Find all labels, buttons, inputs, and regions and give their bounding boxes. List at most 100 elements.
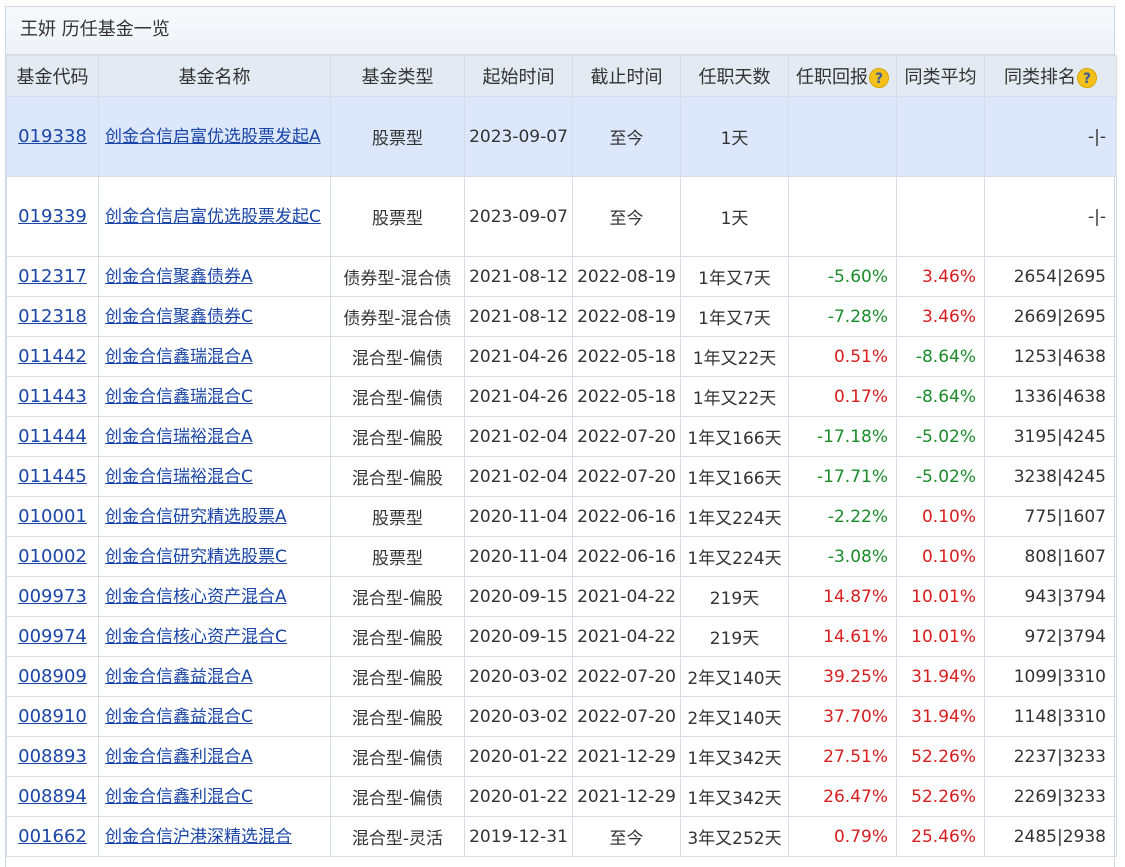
- tenure-return-cell: [788, 176, 897, 257]
- fund-code-link[interactable]: 010002: [18, 546, 87, 567]
- header-peer-rank-label: 同类排名: [1004, 67, 1076, 88]
- table-row: 001662 创金合信沪港深精选混合 混合型-灵活 2019-12-31 至今 3年又25…: [6, 816, 1117, 857]
- end-date-cell: 2022-07-20: [572, 696, 681, 737]
- fund-name-link[interactable]: 创金合信启富优选股票发起C: [105, 207, 321, 227]
- tenure-return-cell: -17.71%: [788, 456, 897, 497]
- header-fund-code[interactable]: 基金代码: [6, 55, 99, 97]
- fund-code-cell: 011445: [6, 456, 99, 497]
- header-peer-rank[interactable]: 同类排名?: [984, 55, 1117, 97]
- fund-code-link[interactable]: 010001: [18, 506, 87, 527]
- fund-name-link[interactable]: 创金合信瑞裕混合C: [105, 467, 253, 487]
- start-date-cell: 2021-02-04: [464, 456, 573, 497]
- fund-code-link[interactable]: 008910: [18, 706, 87, 727]
- fund-code-link[interactable]: 001662: [18, 826, 87, 847]
- fund-code-link[interactable]: 012317: [18, 266, 87, 287]
- header-tenure-return[interactable]: 任职回报?: [788, 55, 897, 97]
- fund-name-cell: 创金合信瑞裕混合A: [98, 416, 331, 457]
- start-date-cell: 2020-11-04: [464, 536, 573, 577]
- fund-type-cell: 债券型-混合债: [330, 296, 465, 337]
- header-fund-type[interactable]: 基金类型: [330, 55, 465, 97]
- tenure-days-cell: 1年又22天: [680, 376, 789, 417]
- fund-code-cell: 008893: [6, 736, 99, 777]
- start-date-cell: 2020-11-04: [464, 496, 573, 537]
- fund-code-link[interactable]: 011444: [18, 426, 87, 447]
- fund-history-panel: 王妍 历任基金一览 基金代码 基金名称 基金类型 起始时间 截止时间 任职天数 …: [5, 6, 1117, 867]
- fund-code-link[interactable]: 011442: [18, 346, 87, 367]
- fund-name-link[interactable]: 创金合信瑞裕混合A: [105, 427, 253, 447]
- fund-code-link[interactable]: 008894: [18, 786, 87, 807]
- tenure-return-cell: 0.51%: [788, 336, 897, 377]
- fund-name-link[interactable]: 创金合信鑫益混合C: [105, 707, 253, 727]
- fund-name-link[interactable]: 创金合信鑫瑞混合A: [105, 347, 253, 367]
- table-row: 011442 创金合信鑫瑞混合A 混合型-偏债 2021-04-26 2022-05-1…: [6, 336, 1117, 377]
- panel-title: 王妍 历任基金一览: [6, 7, 1114, 55]
- fund-name-link[interactable]: 创金合信启富优选股票发起A: [105, 127, 321, 147]
- peer-rank-cell: 2669|2695: [984, 296, 1117, 337]
- fund-code-link[interactable]: 019338: [18, 126, 87, 147]
- peer-rank-cell: 943|3794: [984, 576, 1117, 617]
- fund-name-cell: 创金合信鑫益混合C: [98, 696, 331, 737]
- fund-name-link[interactable]: 创金合信鑫益混合A: [105, 667, 253, 687]
- peer-average-cell: -5.02%: [896, 416, 985, 457]
- peer-average-cell: [896, 176, 985, 257]
- peer-rank-cell: 808|1607: [984, 536, 1117, 577]
- end-date-cell: 至今: [572, 816, 681, 857]
- peer-rank-cell: 1253|4638: [984, 336, 1117, 377]
- tenure-return-cell: 37.70%: [788, 696, 897, 737]
- peer-average-cell: 10.01%: [896, 616, 985, 657]
- table-row: 019338 创金合信启富优选股票发起A 股票型 2023-09-07 至今 1天 -|-: [6, 96, 1117, 177]
- fund-type-cell: 股票型: [330, 96, 465, 177]
- fund-code-cell: 019339: [6, 176, 99, 257]
- peer-average-cell: 31.94%: [896, 696, 985, 737]
- fund-code-link[interactable]: 008893: [18, 746, 87, 767]
- fund-code-link[interactable]: 019339: [18, 206, 87, 227]
- fund-code-link[interactable]: 009973: [18, 586, 87, 607]
- peer-rank-cell: 2269|3233: [984, 776, 1117, 817]
- header-fund-name[interactable]: 基金名称: [98, 55, 331, 97]
- end-date-cell: 2022-08-19: [572, 256, 681, 297]
- end-date-cell: 至今: [572, 176, 681, 257]
- fund-name-link[interactable]: 创金合信研究精选股票C: [105, 547, 287, 567]
- fund-name-link[interactable]: 创金合信聚鑫债券C: [105, 307, 253, 327]
- fund-name-link[interactable]: 创金合信核心资产混合A: [105, 587, 287, 607]
- header-start-date[interactable]: 起始时间: [464, 55, 573, 97]
- fund-code-link[interactable]: 011443: [18, 386, 87, 407]
- tenure-days-cell: 219天: [680, 616, 789, 657]
- fund-name-cell: 创金合信鑫益混合A: [98, 656, 331, 697]
- tenure-days-cell: 1年又342天: [680, 736, 789, 777]
- fund-name-link[interactable]: 创金合信鑫利混合C: [105, 787, 253, 807]
- fund-name-link[interactable]: 创金合信聚鑫债券A: [105, 267, 253, 287]
- peer-rank-cell: 2237|3233: [984, 736, 1117, 777]
- fund-name-link[interactable]: 创金合信鑫瑞混合C: [105, 387, 253, 407]
- question-mark-icon[interactable]: ?: [869, 68, 889, 88]
- fund-type-cell: 混合型-偏股: [330, 696, 465, 737]
- fund-name-link[interactable]: 创金合信鑫利混合A: [105, 747, 253, 767]
- header-end-date[interactable]: 截止时间: [572, 55, 681, 97]
- fund-name-cell: 创金合信鑫瑞混合C: [98, 376, 331, 417]
- fund-type-cell: 股票型: [330, 496, 465, 537]
- fund-name-link[interactable]: 创金合信核心资产混合C: [105, 627, 287, 647]
- tenure-return-cell: 26.47%: [788, 776, 897, 817]
- fund-name-cell: 创金合信沪港深精选混合: [98, 816, 331, 857]
- fund-type-cell: 债券型-混合债: [330, 256, 465, 297]
- fund-code-link[interactable]: 012318: [18, 306, 87, 327]
- fund-type-cell: 混合型-灵活: [330, 816, 465, 857]
- header-peer-average[interactable]: 同类平均: [896, 55, 985, 97]
- table-row: 008893 创金合信鑫利混合A 混合型-偏债 2020-01-22 2021-12-2…: [6, 736, 1117, 777]
- start-date-cell: 2020-03-02: [464, 696, 573, 737]
- fund-name-cell: 创金合信瑞裕混合C: [98, 456, 331, 497]
- tenure-return-cell: 14.87%: [788, 576, 897, 617]
- fund-type-cell: 混合型-偏股: [330, 656, 465, 697]
- fund-type-cell: 股票型: [330, 176, 465, 257]
- fund-name-link[interactable]: 创金合信沪港深精选混合: [105, 827, 292, 847]
- question-mark-icon[interactable]: ?: [1077, 68, 1097, 88]
- fund-code-link[interactable]: 011445: [18, 466, 87, 487]
- fund-code-link[interactable]: 008909: [18, 666, 87, 687]
- header-tenure-days[interactable]: 任职天数: [680, 55, 789, 97]
- end-date-cell: 2021-04-22: [572, 616, 681, 657]
- fund-name-link[interactable]: 创金合信研究精选股票A: [105, 507, 287, 527]
- tenure-return-cell: -2.22%: [788, 496, 897, 537]
- tenure-return-cell: 0.79%: [788, 816, 897, 857]
- start-date-cell: 2021-02-04: [464, 416, 573, 457]
- fund-code-link[interactable]: 009974: [18, 626, 87, 647]
